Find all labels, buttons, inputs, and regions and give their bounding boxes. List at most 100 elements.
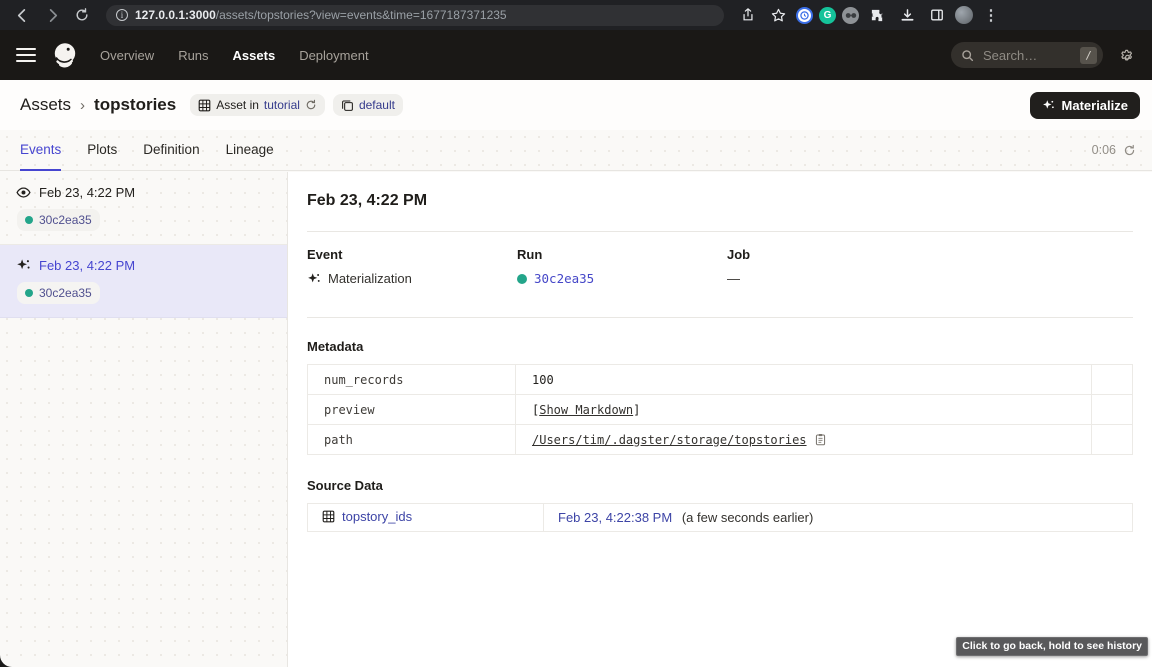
nav-items: Overview Runs Assets Deployment bbox=[100, 48, 369, 63]
source-timestamp-link[interactable]: Feb 23, 4:22:38 PM bbox=[558, 510, 672, 525]
tab-events[interactable]: Events bbox=[20, 130, 61, 171]
url-host: 127.0.0.1:3000 bbox=[135, 8, 216, 22]
run-id-pill[interactable]: 30c2ea35 bbox=[17, 282, 100, 304]
materialization-sparkle-icon bbox=[307, 272, 321, 286]
table-row: topstory_ids Feb 23, 4:22:38 PM (a few s… bbox=[308, 504, 1133, 532]
back-icon[interactable] bbox=[10, 4, 34, 26]
url-path: /assets/topstories?view=events&time=1677… bbox=[216, 8, 507, 22]
tab-lineage[interactable]: Lineage bbox=[226, 130, 274, 171]
event-info-grid: Event Materialization Run 30c2ea35 Job — bbox=[307, 247, 1133, 286]
metadata-value: 100 bbox=[516, 365, 1092, 395]
run-id-label: 30c2ea35 bbox=[39, 213, 92, 227]
metadata-extra-cell bbox=[1092, 425, 1133, 455]
global-search[interactable]: / bbox=[951, 42, 1103, 68]
side-panel-icon[interactable] bbox=[925, 4, 949, 26]
download-icon[interactable] bbox=[895, 4, 919, 26]
profile-avatar[interactable] bbox=[955, 6, 973, 24]
run-status-dot bbox=[517, 274, 527, 284]
site-info-icon[interactable]: i bbox=[116, 9, 128, 21]
materialize-button[interactable]: Materialize bbox=[1030, 92, 1140, 119]
source-data-heading: Source Data bbox=[307, 478, 1133, 493]
nav-item-overview[interactable]: Overview bbox=[100, 48, 154, 63]
bookmark-star-icon[interactable] bbox=[766, 4, 790, 26]
refresh-icon[interactable] bbox=[1123, 144, 1136, 157]
back-history-tooltip: Click to go back, hold to see history bbox=[956, 637, 1148, 656]
run-column-label: Run bbox=[517, 247, 727, 262]
share-icon[interactable] bbox=[736, 4, 760, 26]
group-badge[interactable]: default bbox=[333, 94, 403, 116]
repo-badge[interactable]: Asset in tutorial bbox=[190, 94, 325, 116]
materialize-sparkle-icon bbox=[1042, 99, 1055, 112]
breadcrumb-separator: › bbox=[80, 97, 85, 114]
repo-badge-prefix: Asset in bbox=[216, 98, 259, 112]
event-list-item-materialization[interactable]: Feb 23, 4:22 PM 30c2ea35 bbox=[0, 245, 287, 318]
breadcrumb-asset-name: topstories bbox=[94, 95, 176, 115]
asset-tabs: Events Plots Definition Lineage 0:06 bbox=[0, 130, 1152, 171]
event-time-label: Feb 23, 4:22 PM bbox=[39, 185, 135, 200]
divider bbox=[307, 317, 1133, 318]
table-grid-icon bbox=[322, 510, 335, 523]
bracket: ] bbox=[633, 403, 640, 417]
table-row: preview [Show Markdown] bbox=[308, 395, 1133, 425]
event-time-label: Feb 23, 4:22 PM bbox=[39, 258, 135, 273]
tab-definition[interactable]: Definition bbox=[143, 130, 199, 171]
divider bbox=[307, 231, 1133, 232]
copy-layers-icon bbox=[341, 99, 354, 112]
browser-menu-icon[interactable]: ⋮ bbox=[979, 4, 1003, 26]
copy-clipboard-icon[interactable] bbox=[814, 433, 827, 446]
source-asset-name: topstory_ids bbox=[342, 509, 412, 524]
breadcrumb-assets-link[interactable]: Assets bbox=[20, 95, 71, 115]
job-column-label: Job bbox=[727, 247, 750, 262]
metadata-value: [Show Markdown] bbox=[516, 395, 1092, 425]
browser-toolbar: i 127.0.0.1:3000/assets/topstories?view=… bbox=[0, 0, 1152, 30]
source-data-table: topstory_ids Feb 23, 4:22:38 PM (a few s… bbox=[307, 503, 1133, 532]
nav-item-deployment[interactable]: Deployment bbox=[299, 48, 368, 63]
source-asset-cell: topstory_ids bbox=[308, 504, 544, 532]
source-asset-link[interactable]: topstory_ids bbox=[322, 509, 412, 524]
extension-clock-icon[interactable] bbox=[796, 7, 813, 24]
source-time-note: (a few seconds earlier) bbox=[682, 510, 814, 525]
address-bar[interactable]: i 127.0.0.1:3000/assets/topstories?view=… bbox=[106, 5, 724, 26]
metadata-key: path bbox=[308, 425, 516, 455]
hamburger-menu-icon[interactable] bbox=[16, 48, 36, 62]
extensions-puzzle-icon[interactable] bbox=[865, 4, 889, 26]
refresh-countdown: 0:06 bbox=[1092, 143, 1116, 157]
show-markdown-link[interactable]: Show Markdown bbox=[539, 403, 633, 417]
grammarly-icon[interactable]: G bbox=[819, 7, 836, 24]
group-badge-label[interactable]: default bbox=[359, 98, 395, 112]
repo-badge-link[interactable]: tutorial bbox=[264, 98, 300, 112]
search-shortcut-key: / bbox=[1080, 47, 1097, 64]
metadata-table: num_records 100 preview [Show Markdown] … bbox=[307, 364, 1133, 455]
metadata-key: num_records bbox=[308, 365, 516, 395]
run-id-label: 30c2ea35 bbox=[39, 286, 92, 300]
event-detail-panel: Feb 23, 4:22 PM Event Materialization Ru… bbox=[288, 172, 1152, 667]
observation-eye-icon bbox=[16, 185, 31, 200]
event-list-item-observation[interactable]: Feb 23, 4:22 PM 30c2ea35 bbox=[0, 172, 287, 245]
extension-goggles-icon[interactable] bbox=[842, 7, 859, 24]
event-type-value: Materialization bbox=[328, 271, 412, 286]
event-list-sidebar: Feb 23, 4:22 PM 30c2ea35 Feb 23, 4:22 PM… bbox=[0, 172, 288, 667]
run-id-pill[interactable]: 30c2ea35 bbox=[17, 209, 100, 231]
event-column-label: Event bbox=[307, 247, 517, 262]
nav-item-runs[interactable]: Runs bbox=[178, 48, 208, 63]
materialize-label: Materialize bbox=[1062, 98, 1128, 113]
job-value: — bbox=[727, 271, 740, 286]
search-input[interactable] bbox=[981, 47, 1073, 64]
tab-plots[interactable]: Plots bbox=[87, 130, 117, 171]
reload-icon[interactable] bbox=[70, 4, 94, 26]
settings-gear-icon[interactable] bbox=[1119, 47, 1136, 64]
nav-item-assets[interactable]: Assets bbox=[233, 48, 276, 63]
forward-icon[interactable] bbox=[40, 4, 64, 26]
table-grid-icon bbox=[198, 99, 211, 112]
event-detail-title: Feb 23, 4:22 PM bbox=[307, 192, 1133, 210]
metadata-extra-cell bbox=[1092, 395, 1133, 425]
reload-repo-icon[interactable] bbox=[305, 99, 317, 111]
table-row: num_records 100 bbox=[308, 365, 1133, 395]
path-link[interactable]: /Users/tim/.dagster/storage/topstories bbox=[532, 433, 807, 447]
metadata-extra-cell bbox=[1092, 365, 1133, 395]
dagster-logo[interactable] bbox=[50, 40, 80, 70]
run-status-dot bbox=[25, 216, 33, 224]
metadata-value: /Users/tim/.dagster/storage/topstories bbox=[516, 425, 1092, 455]
run-id-link[interactable]: 30c2ea35 bbox=[534, 271, 594, 286]
run-status-dot bbox=[25, 289, 33, 297]
